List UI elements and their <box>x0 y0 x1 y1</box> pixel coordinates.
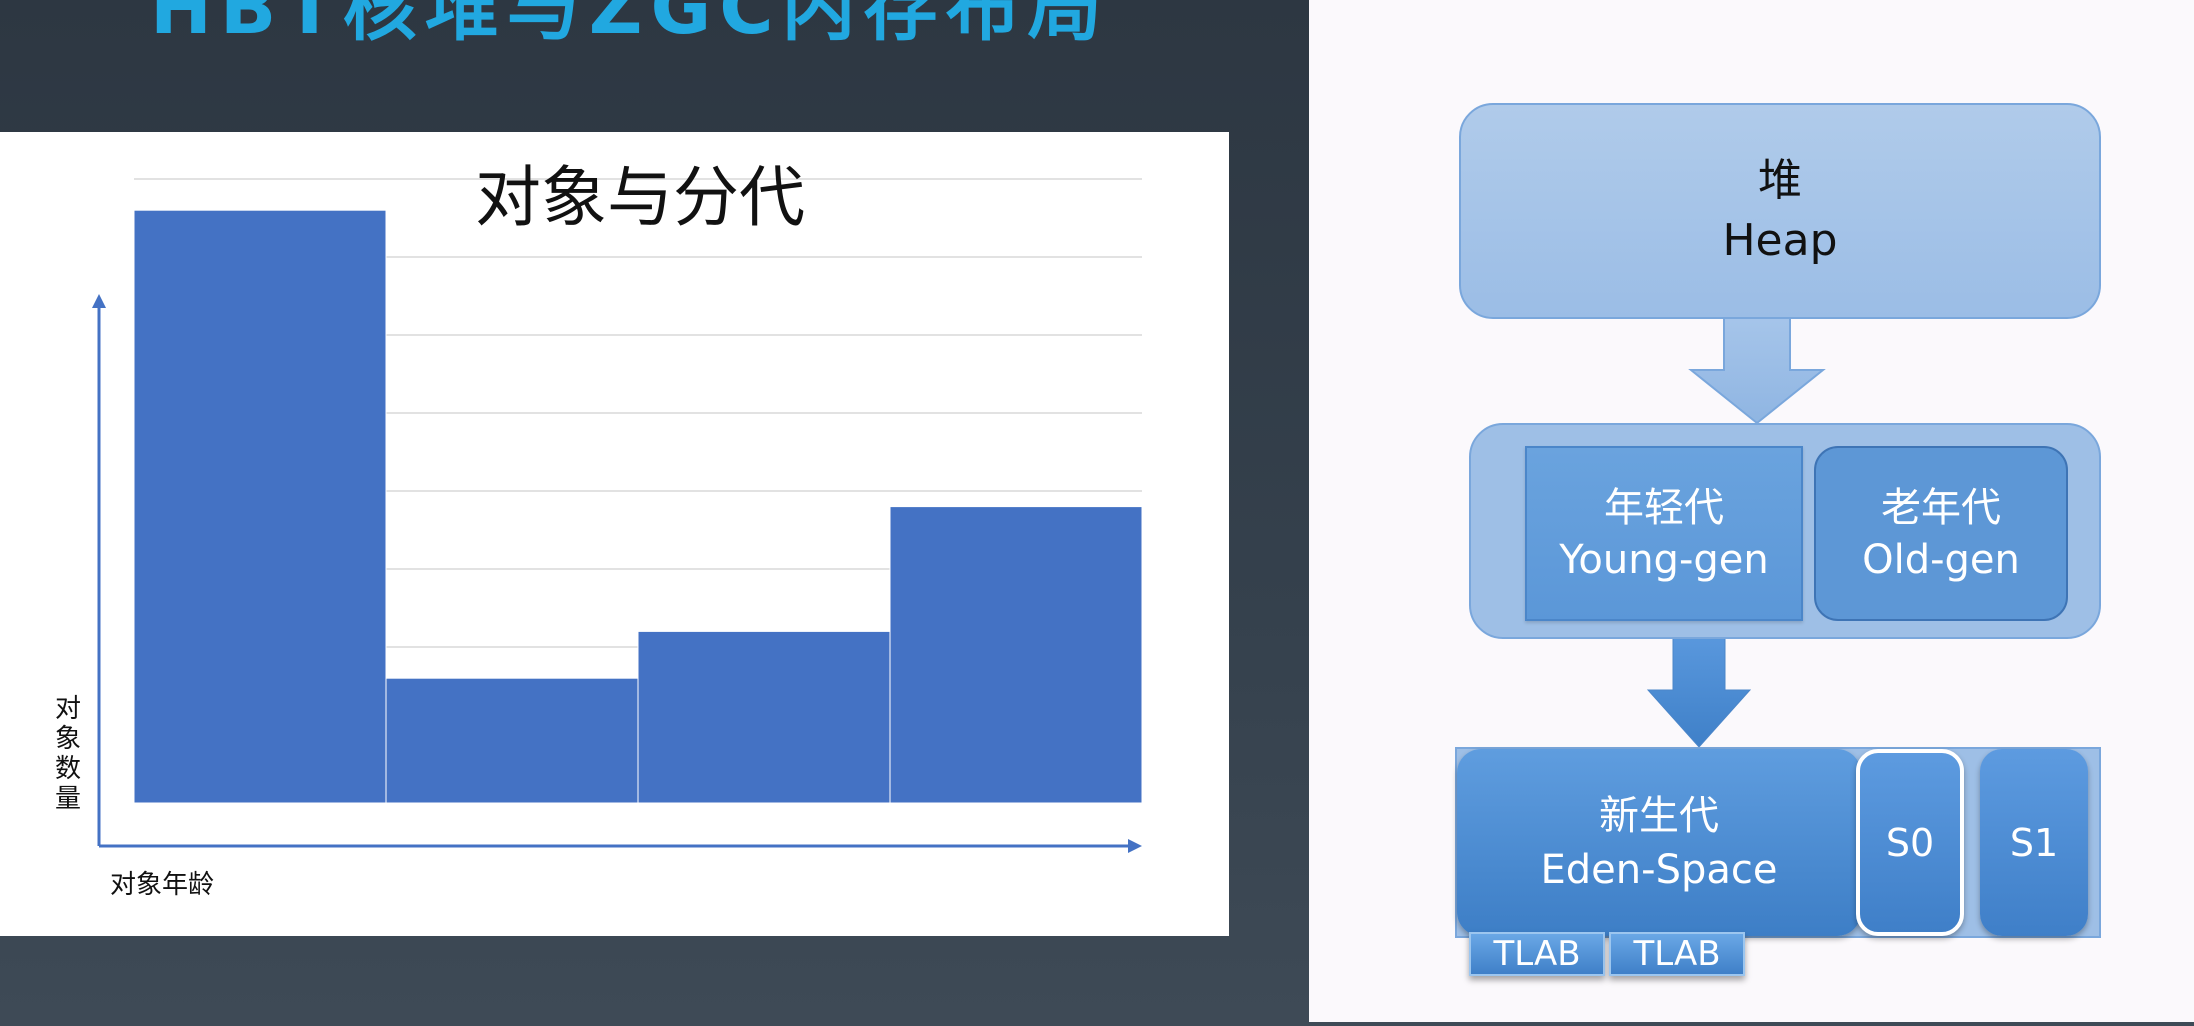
bar <box>637 630 891 804</box>
slide-title: HBT核堆与ZGC内存布局 <box>150 0 1110 51</box>
young-gen-label-en: Young-gen <box>1559 536 1769 583</box>
heap-label-en: Heap <box>1722 215 1838 266</box>
old-gen-label-en: Old-gen <box>1862 536 2020 583</box>
down-arrow-heap-to-gen <box>1688 315 1826 425</box>
y-axis-arrow <box>92 294 106 308</box>
old-gen-label-cn: 老年代 <box>1881 484 2001 531</box>
heap-box: 堆 Heap <box>1459 103 2101 319</box>
heap-label-cn: 堆 <box>1758 155 1802 206</box>
tlab-box-2: TLAB <box>1609 932 1745 976</box>
survivor-s0-box: S0 <box>1856 749 1964 936</box>
s0-label: S0 <box>1885 820 1935 865</box>
survivor-s1-box: S1 <box>1980 749 2088 936</box>
eden-label-en: Eden-Space <box>1540 846 1778 893</box>
eden-space-box: 新生代 Eden-Space <box>1457 749 1861 936</box>
chart-title: 对象与分代 <box>475 159 805 236</box>
memory-diagram-panel: 堆 Heap 年轻代 Young-gen 老年代 Old-gen 新生代 Ede… <box>1309 0 2194 1022</box>
bar <box>889 506 1143 804</box>
young-gen-box: 年轻代 Young-gen <box>1525 446 1803 621</box>
chart-panel: 对象与分代对象年龄 对象数量 <box>0 132 1229 936</box>
bar <box>133 209 387 804</box>
x-axis-arrow <box>1128 839 1142 853</box>
young-gen-label-cn: 年轻代 <box>1604 484 1724 531</box>
old-gen-box: 老年代 Old-gen <box>1814 446 2068 621</box>
s1-label: S1 <box>2009 820 2059 865</box>
down-arrow-young-to-eden <box>1646 620 1752 748</box>
y-axis-label: 对象数量 <box>55 694 81 814</box>
bar <box>385 677 639 804</box>
bar-chart: 对象与分代对象年龄 对象数量 <box>55 159 1143 900</box>
tlab-box-1: TLAB <box>1469 932 1605 976</box>
x-axis-label: 对象年龄 <box>110 870 214 900</box>
eden-label-cn: 新生代 <box>1599 792 1719 839</box>
